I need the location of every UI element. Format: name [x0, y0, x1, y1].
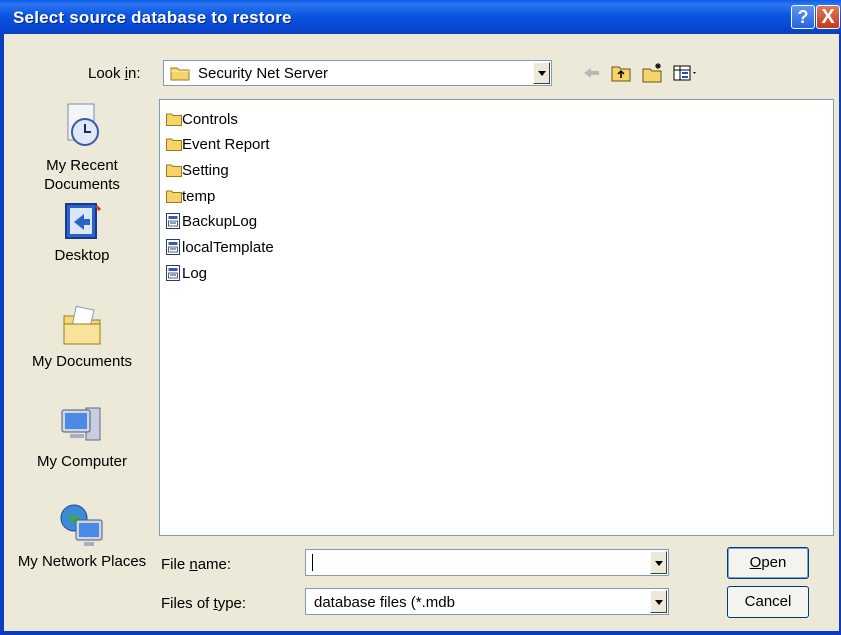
open-button[interactable]: Open	[727, 547, 809, 579]
recent-documents-icon	[67, 103, 99, 146]
folder-icon	[166, 164, 182, 177]
look-in-label: Look in:	[88, 65, 141, 82]
title-bar[interactable]: Select source database to restore ? X	[0, 0, 841, 34]
file-type-label: Files of type:	[161, 595, 247, 612]
help-button[interactable]: ?	[791, 5, 815, 29]
my-documents-icon	[63, 305, 101, 345]
close-button[interactable]: X	[816, 5, 840, 29]
file-name: BackupLog	[182, 213, 258, 230]
place-label: Desktop	[54, 247, 110, 264]
look-in-value: Security Net Server	[198, 65, 329, 82]
place-recent-documents[interactable]: My Recent Documents	[12, 100, 152, 194]
desktop-icon	[65, 203, 102, 239]
folder-icon	[166, 113, 182, 126]
file-name: Controls	[182, 111, 238, 128]
new-folder-icon[interactable]	[641, 62, 663, 84]
up-folder-icon[interactable]	[610, 62, 632, 84]
file-type-value: database files (*.mdb	[314, 594, 455, 611]
file-name: Event Report	[182, 136, 270, 153]
database-file-icon	[166, 239, 180, 255]
file-name: Log	[182, 265, 208, 282]
network-places-icon	[60, 504, 103, 546]
place-my-documents[interactable]: My Documents	[12, 302, 152, 371]
back-icon[interactable]	[580, 62, 602, 84]
folder-icon	[166, 138, 182, 151]
place-desktop[interactable]: Desktop	[12, 200, 152, 265]
database-file-icon	[166, 213, 180, 229]
place-label: My Recent Documents	[44, 157, 120, 193]
view-menu-icon[interactable]	[672, 62, 700, 84]
place-label: My Computer	[36, 453, 128, 470]
place-network[interactable]: My Network Places	[12, 500, 152, 571]
file-type-dropdown-arrow[interactable]	[650, 590, 667, 613]
look-in-dropdown-arrow[interactable]	[533, 62, 550, 84]
cancel-button[interactable]: Cancel	[727, 586, 809, 618]
window-title: Select source database to restore	[13, 8, 292, 27]
place-my-computer[interactable]: My Computer	[12, 402, 152, 471]
file-name: localTemplate	[182, 239, 274, 256]
place-label: My Network Places	[17, 553, 147, 570]
folder-icon	[170, 67, 190, 81]
file-type-select[interactable]: database files (*.mdb	[305, 588, 669, 615]
database-file-icon	[166, 265, 180, 281]
look-in-combo[interactable]: Security Net Server	[163, 60, 552, 86]
file-name-label: File name:	[161, 556, 232, 573]
file-list[interactable]: Controls Event Report Setting temp Backu…	[159, 99, 834, 536]
file-name-dropdown-arrow[interactable]	[650, 551, 667, 574]
my-computer-icon	[61, 407, 101, 441]
file-name: Setting	[182, 162, 229, 179]
place-label: My Documents	[31, 353, 133, 370]
dialog-window: Select source database to restore ? X Lo…	[0, 0, 841, 635]
file-name-input[interactable]	[305, 549, 669, 576]
text-caret	[312, 554, 313, 571]
folder-icon	[166, 190, 182, 203]
file-name: temp	[182, 188, 216, 205]
